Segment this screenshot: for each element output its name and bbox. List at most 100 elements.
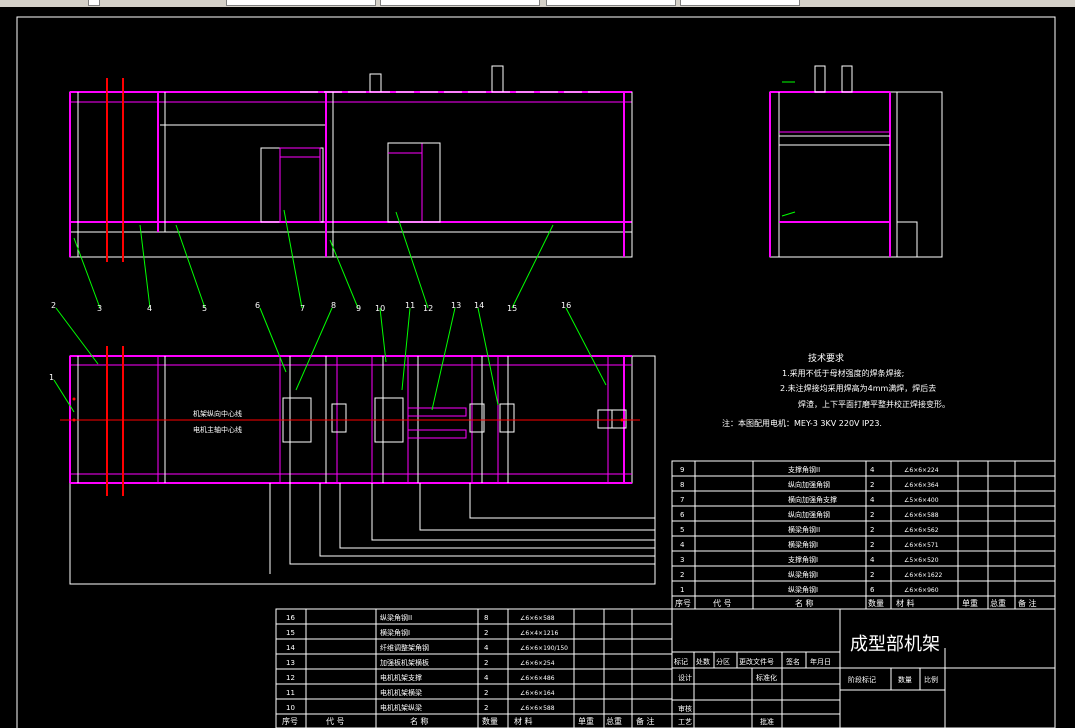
bom-header-cell: 代 号 (713, 598, 732, 608)
centerline-label-motor: 电机主轴中心线 (193, 425, 242, 434)
bom-header-cell: 单重 (962, 598, 978, 608)
bom-cell: ∠6×6×364 (904, 482, 939, 489)
bom-header-cell: 材 料 (514, 716, 533, 726)
tb-qty: 数量 (898, 675, 912, 684)
bom-cell: 纵梁角钢II (380, 613, 412, 622)
tb-scale: 比例 (924, 675, 938, 684)
bom-cell: 4 (870, 496, 875, 504)
bom-cell: ∠6×6×588 (904, 512, 939, 519)
front-view (69, 65, 633, 262)
bom-header-cell: 单重 (578, 716, 594, 726)
balloon-10: 10 (375, 304, 385, 313)
bom-cell: 纵梁角钢I (788, 585, 818, 594)
bom-cell: 2 (870, 526, 874, 534)
tech-line-2: 2.未注焊接均采用焊高为4mm满焊，焊后去 (780, 383, 936, 393)
balloon-3: 3 (97, 304, 102, 313)
bom-cell: 电机机架纵梁 (380, 703, 422, 712)
tech-heading: 技术要求 (808, 352, 844, 364)
tb-review: 审核 (678, 704, 692, 713)
bom-header-cell: 总重 (990, 598, 1006, 608)
bom-header-cell: 序号 (282, 716, 298, 726)
tb-craft: 工艺 (678, 718, 692, 726)
bom-header-cell: 数量 (868, 598, 884, 608)
bom-header-cell: 序号 (675, 598, 691, 608)
bom-cell: 10 (286, 704, 295, 712)
plan-view (60, 346, 656, 585)
tech-line-1: 1.采用不低于母材强度的焊条焊接; (782, 368, 904, 378)
bom-cell: 2 (484, 629, 488, 637)
bom-cell: 纤维调整架角钢 (380, 643, 429, 652)
bom-cell: ∠6×6×224 (904, 467, 939, 474)
balloon-4: 4 (147, 304, 152, 313)
balloon-1: 1 (49, 373, 54, 382)
bom-lower-table (275, 608, 673, 728)
tb-mark: 标记 (674, 657, 688, 666)
bom-cell: 4 (680, 541, 685, 549)
bom-cell: 3 (680, 556, 684, 564)
bom-cell: 纵梁角钢I (788, 570, 818, 579)
centerline-label-longitudinal: 机架纵向中心线 (193, 409, 242, 418)
bom-cell: 纵向加强角钢 (788, 510, 830, 519)
bom-cell: 14 (286, 644, 295, 652)
balloon-7: 7 (300, 304, 305, 313)
bom-cell: 5 (680, 526, 684, 534)
bom-cell: 2 (870, 511, 874, 519)
bom-cell: 4 (484, 644, 489, 652)
bom-cell: 2 (870, 541, 874, 549)
bom-header-cell: 备 注 (1018, 598, 1037, 608)
bom-cell: ∠6×6×571 (904, 542, 939, 549)
balloon-13: 13 (451, 301, 461, 310)
bom-cell: 1 (680, 586, 684, 594)
bom-header-cell: 材 料 (896, 598, 915, 608)
bom-cell: 8 (484, 614, 488, 622)
bom-cell: 16 (286, 614, 295, 622)
bom-cell: 支撑角钢I (788, 555, 818, 564)
bom-header-cell: 名 称 (795, 598, 814, 608)
bom-cell: 4 (870, 466, 875, 474)
balloon-2: 2 (51, 301, 56, 310)
tb-count: 处数 (696, 657, 710, 666)
balloon-8: 8 (331, 301, 336, 310)
bom-cell: 8 (680, 481, 684, 489)
bom-cell: ∠6×6×1622 (904, 572, 943, 579)
bom-cell: 横梁角钢I (380, 628, 410, 637)
side-view (769, 65, 943, 258)
balloon-11: 11 (405, 301, 415, 310)
tech-requirements: 技术要求 1.采用不低于母材强度的焊条焊接; 2.未注焊接均采用焊高为4mm满焊… (722, 352, 950, 428)
bom-cell: 2 (680, 571, 684, 579)
bom-cell: ∠5×6×400 (904, 497, 939, 504)
title-block (671, 608, 1056, 728)
bom-cell: 11 (286, 689, 295, 697)
bom-cell: ∠6×6×960 (904, 587, 939, 594)
bom-header-cell: 代 号 (326, 716, 345, 726)
drawing-canvas[interactable]: 机架纵向中心线 电机主轴中心线 2 3 4 5 6 7 8 9 10 11 12… (0, 0, 1075, 728)
bom-cell: 9 (680, 466, 684, 474)
tb-signature: 签名 (786, 657, 800, 666)
bom-cell: ∠6×6×486 (520, 675, 555, 682)
bom-cell: 4 (870, 556, 875, 564)
tech-line-3: 焊渣，上下平面打磨平整并校正焊接变形。 (798, 399, 950, 409)
bom-cell: 2 (870, 571, 874, 579)
bom-cell: ∠6×6×588 (520, 615, 555, 622)
tb-approve: 批准 (760, 717, 774, 726)
balloon-6: 6 (255, 301, 260, 310)
bom-cell: ∠5×6×520 (904, 557, 939, 564)
bom-cell: 2 (484, 689, 488, 697)
bom-cell: 2 (484, 659, 488, 667)
bom-cell: ∠6×4×1216 (520, 630, 559, 637)
bom-cell: 4 (484, 674, 489, 682)
bom-cell: 电机机架支撑 (380, 673, 422, 682)
bom-cell: ∠6×6×164 (520, 690, 555, 697)
bom-cell: 支撑角钢II (788, 465, 820, 474)
tech-note: 注：本图配用电机：MEY-3 3KV 220V IP23. (722, 418, 882, 428)
balloon-12: 12 (423, 304, 433, 313)
bom-cell: 2 (484, 704, 488, 712)
balloon-14: 14 (474, 301, 484, 310)
bom-cell: 7 (680, 496, 684, 504)
tb-stage: 阶段标记 (848, 675, 876, 684)
bom-cell: ∠6×6×190/150 (520, 645, 568, 652)
bom-cell: 6 (870, 586, 875, 594)
bom-cell: 13 (286, 659, 295, 667)
bom-cell: 6 (680, 511, 685, 519)
tb-date: 年月日 (810, 657, 831, 666)
